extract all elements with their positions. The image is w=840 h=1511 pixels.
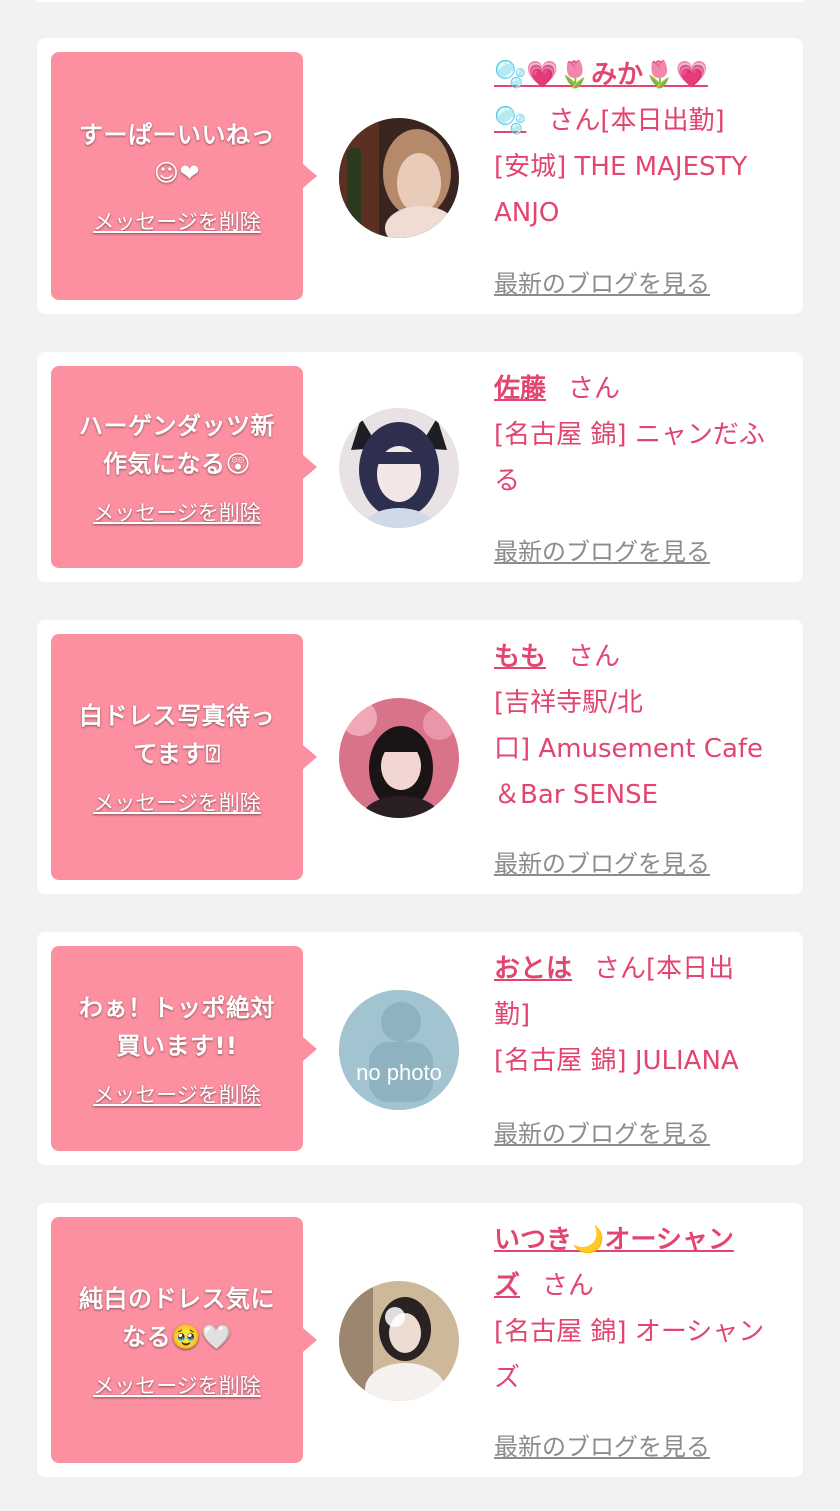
cast-name-link-cont[interactable]: ズ xyxy=(494,1271,520,1301)
delete-message-link[interactable]: メッセージを削除 xyxy=(93,1079,261,1109)
cast-name-link-cont[interactable]: 🫧 xyxy=(494,106,526,136)
san-label: さん[本日出勤] xyxy=(548,106,725,136)
delete-message-link[interactable]: メッセージを削除 xyxy=(93,497,261,527)
shop-name-cont: る xyxy=(494,466,521,496)
shop-name-cont: ＆Bar SENSE xyxy=(494,780,659,810)
san-label: さん[本日出 xyxy=(594,954,735,984)
san-label: さん xyxy=(568,642,621,672)
cast-info: もも さん [吉祥寺駅/北 口] Amusement Cafe ＆Bar SENS… xyxy=(494,634,789,818)
cast-info: 佐藤 さん [名古屋 錦] ニャンだふ る xyxy=(494,366,789,504)
message-text: ハーゲンダッツ新 作気になる😲 xyxy=(79,412,275,478)
latest-blog-link[interactable]: 最新のブログを見る xyxy=(494,264,710,299)
message-card: 純白のドレス気に なる🥹🤍 メッセージを削除 いつき🌙オーシャン ズさん [名古… xyxy=(37,1203,803,1477)
latest-blog-link[interactable]: 最新のブログを見る xyxy=(494,1114,710,1149)
san-label-cont: 勤] xyxy=(494,1000,531,1030)
shop-name: [安城] THE MAJESTY xyxy=(494,152,748,182)
shop-name-cont: ズ xyxy=(494,1363,521,1393)
message-card: 白ドレス写真待っ てます⍰ メッセージを削除 もも さん [吉祥寺駅/北 口] A… xyxy=(37,620,803,894)
previous-card-edge xyxy=(37,0,803,2)
message-text: わぁ！トッポ絶対 買います!! xyxy=(79,993,275,1060)
cast-name-link[interactable]: いつき🌙オーシャン xyxy=(494,1225,734,1255)
avatar[interactable] xyxy=(339,118,459,238)
no-photo-label: no photo xyxy=(356,1060,442,1085)
latest-blog-link[interactable]: 最新のブログを見る xyxy=(494,1427,710,1462)
cast-name-link[interactable]: おとは xyxy=(494,954,572,984)
message-bubble: 白ドレス写真待っ てます⍰ メッセージを削除 xyxy=(51,634,317,880)
cast-name-link[interactable]: もも xyxy=(494,642,546,672)
delete-message-link[interactable]: メッセージを削除 xyxy=(93,206,261,236)
latest-blog-link[interactable]: 最新のブログを見る xyxy=(494,532,710,567)
shop-name: [名古屋 錦] オーシャン xyxy=(494,1317,765,1347)
avatar[interactable] xyxy=(339,1281,459,1401)
message-bubble: すーぱーいいねっ ☺❤ メッセージを削除 xyxy=(51,52,317,300)
shop-name-cont: ANJO xyxy=(494,198,560,228)
shop-name: [名古屋 錦] JULIANA xyxy=(494,1046,739,1076)
delete-message-link[interactable]: メッセージを削除 xyxy=(93,787,261,817)
shop-name: [名古屋 錦] ニャンだふ xyxy=(494,420,765,450)
san-label: さん xyxy=(568,374,621,404)
message-text: すーぱーいいねっ ☺❤ xyxy=(79,121,275,187)
delete-message-link[interactable]: メッセージを削除 xyxy=(93,1370,261,1400)
shop-name-cont: 口] Amusement Cafe xyxy=(494,734,764,764)
message-bubble: わぁ！トッポ絶対 買います!! メッセージを削除 xyxy=(51,946,317,1151)
latest-blog-link[interactable]: 最新のブログを見る xyxy=(494,844,710,879)
avatar[interactable]: no photo xyxy=(339,990,459,1110)
avatar[interactable] xyxy=(339,408,459,528)
message-card: わぁ！トッポ絶対 買います!! メッセージを削除 no photo おとは さん[… xyxy=(37,932,803,1165)
shop-name: [吉祥寺駅/北 xyxy=(494,688,643,718)
message-card: ハーゲンダッツ新 作気になる😲 メッセージを削除 佐藤 さん [名古屋 錦] ニャ… xyxy=(37,352,803,582)
message-bubble: 純白のドレス気に なる🥹🤍 メッセージを削除 xyxy=(51,1217,317,1463)
cast-info: おとは さん[本日出 勤] [名古屋 錦] JULIANA xyxy=(494,946,789,1084)
san-label: さん xyxy=(542,1271,595,1301)
cast-name-link[interactable]: 🫧💗🌷みか🌷💗 xyxy=(494,60,708,90)
message-text: 白ドレス写真待っ てます⍰ xyxy=(79,702,275,768)
message-card: すーぱーいいねっ ☺❤ メッセージを削除 🫧💗🌷みか🌷💗 🫧 さん[本日出勤] [… xyxy=(37,38,803,314)
message-bubble: ハーゲンダッツ新 作気になる😲 メッセージを削除 xyxy=(51,366,317,568)
avatar[interactable] xyxy=(339,698,459,818)
cast-name-link[interactable]: 佐藤 xyxy=(494,374,546,404)
message-text: 純白のドレス気に なる🥹🤍 xyxy=(79,1285,275,1351)
cast-info: いつき🌙オーシャン ズさん [名古屋 錦] オーシャン ズ xyxy=(494,1217,789,1401)
cast-info: 🫧💗🌷みか🌷💗 🫧 さん[本日出勤] [安城] THE MAJESTY ANJO xyxy=(494,52,789,236)
